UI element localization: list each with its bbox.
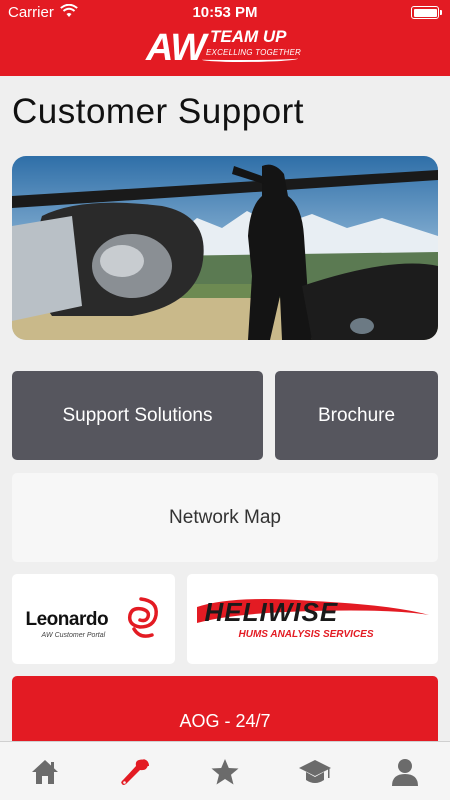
tab-home[interactable] <box>0 742 90 800</box>
leonardo-logo-text: Leonardo <box>25 609 109 630</box>
leonardo-portal-caption: AW Customer Portal <box>41 632 106 639</box>
tab-support[interactable] <box>90 742 180 800</box>
aog-label: AOG - 24/7 <box>179 711 271 731</box>
bottom-tab-bar <box>0 741 450 800</box>
support-solutions-button[interactable]: Support Solutions <box>12 371 263 460</box>
logo-aw: AW <box>146 27 206 69</box>
heliwise-caption: HUMS ANALYSIS SERVICES <box>238 629 374 640</box>
heliwise-button[interactable]: HELIWISE HUMS ANALYSIS SERVICES <box>187 574 438 664</box>
wrench-icon <box>121 758 149 785</box>
support-solutions-label: Support Solutions <box>62 404 213 426</box>
leonardo-portal-button[interactable]: Leonardo AW Customer Portal <box>12 574 175 664</box>
home-icon <box>32 759 58 784</box>
tab-favorites[interactable] <box>180 742 270 800</box>
page-title: Customer Support <box>12 92 305 131</box>
tab-training[interactable] <box>270 742 360 800</box>
helicopter-maintenance-photo <box>12 156 438 340</box>
heliwise-logo: HELIWISE HUMS ANALYSIS SERVICES <box>193 589 433 649</box>
clock: 10:53 PM <box>192 4 258 21</box>
star-icon <box>211 758 239 784</box>
status-bar: Carrier 10:53 PM <box>0 0 450 26</box>
graduation-cap-icon <box>299 759 331 783</box>
tab-profile[interactable] <box>360 742 450 800</box>
aw-teamup-logo: AW TEAM UP EXCELLING TOGETHER <box>146 26 306 72</box>
heliwise-logo-text: HELIWISE <box>204 597 339 627</box>
brochure-label: Brochure <box>317 404 396 426</box>
network-map-button[interactable]: Network Map <box>12 473 438 562</box>
network-map-label: Network Map <box>169 506 281 528</box>
hero-image <box>12 156 438 340</box>
user-icon <box>392 758 418 786</box>
logo-team-up: TEAM UP <box>210 27 287 46</box>
leonardo-logo: Leonardo AW Customer Portal <box>24 589 164 649</box>
battery-icon <box>411 6 442 19</box>
app-header: Carrier 10:53 PM AW TEAM UP EXCELLING TO… <box>0 0 450 76</box>
logo-swoosh <box>202 56 298 62</box>
brochure-button[interactable]: Brochure <box>275 371 438 460</box>
leonardo-spiral-icon <box>127 597 158 638</box>
